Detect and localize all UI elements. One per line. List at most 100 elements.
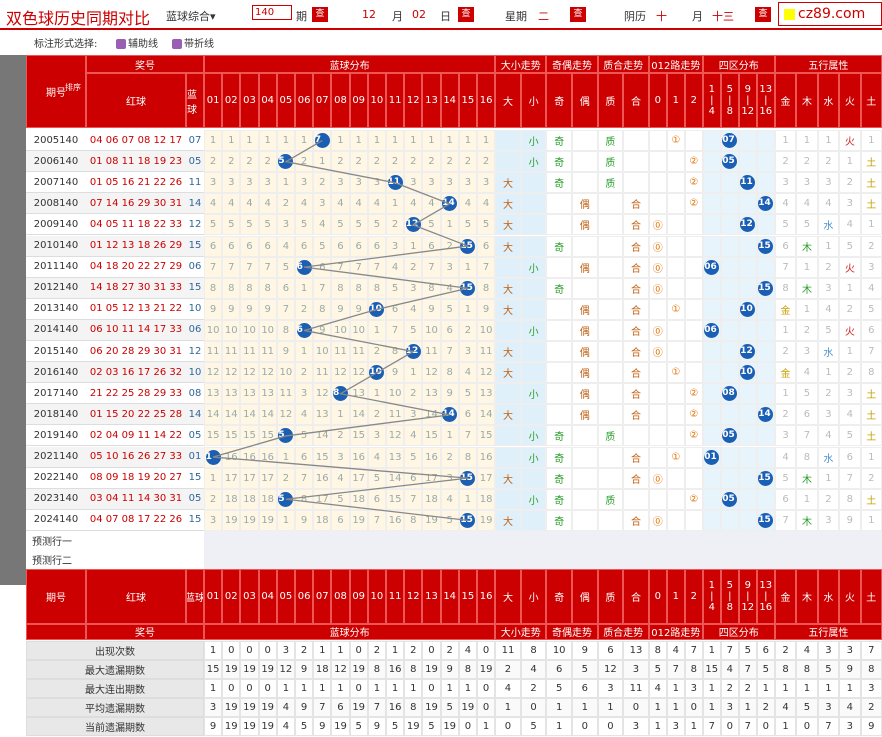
- query-button-periods[interactable]: 查: [312, 7, 328, 22]
- site-logo[interactable]: cz89.com: [778, 2, 882, 26]
- stat-value: 19: [258, 716, 277, 736]
- periods-input[interactable]: 140: [252, 5, 292, 20]
- checkbox-icon[interactable]: [172, 39, 182, 49]
- miss-cell: 1: [458, 488, 477, 510]
- miss-cell: 6: [204, 235, 223, 257]
- option-fold-line[interactable]: 带折线: [172, 35, 214, 50]
- mod-cell: [666, 235, 685, 257]
- predict-area-row1[interactable]: [204, 530, 882, 550]
- miss-cell: 16: [349, 446, 368, 468]
- zone-cell: [702, 425, 721, 447]
- zone-cell: [738, 425, 757, 447]
- blue-ball: 1: [205, 449, 221, 465]
- mod-cell: [648, 446, 667, 468]
- miss-cell: 16: [313, 467, 332, 489]
- zone-cell: 05: [720, 151, 739, 173]
- prime-cell: 合: [623, 467, 649, 489]
- stat-value: 15: [204, 659, 223, 679]
- stat-value: 1: [774, 678, 797, 698]
- header-zone: 四区分布: [702, 55, 775, 73]
- miss-cell: 5: [349, 214, 368, 236]
- wuxing-cell: 火: [839, 256, 861, 278]
- footer-zone-2: 9 | 12: [738, 568, 757, 624]
- odd-cell: [546, 383, 572, 405]
- lunar-month-select[interactable]: 十: [656, 8, 667, 24]
- zone-cell: [738, 383, 757, 405]
- issue-cell: 2018140: [26, 404, 86, 426]
- lunar-day-select[interactable]: 十三: [712, 8, 734, 24]
- zone-ball: 15: [758, 470, 774, 486]
- month-select[interactable]: 12: [362, 8, 376, 21]
- miss-cell: 7: [440, 341, 459, 363]
- stat-value: 6: [756, 640, 775, 660]
- predict-area-row2[interactable]: [204, 549, 882, 569]
- prime-cell: [597, 362, 624, 384]
- header-mod: 012路走势: [648, 55, 703, 73]
- odd-cell: [572, 130, 598, 152]
- wuxing-cell: 土: [860, 383, 882, 405]
- zone-ball: 11: [740, 175, 756, 191]
- prime-cell: 合: [623, 404, 649, 426]
- wuxing-cell: 4: [860, 277, 882, 299]
- prime-cell: 质: [597, 130, 624, 152]
- stat-value: 1: [597, 697, 624, 717]
- week-select[interactable]: 二: [538, 8, 549, 24]
- blue-ball-hit: 12: [404, 341, 423, 363]
- zone-cell: [756, 425, 775, 447]
- zone-cell: [738, 488, 757, 510]
- zone-cell: 05: [720, 425, 739, 447]
- day-select[interactable]: 02: [412, 8, 426, 21]
- mode-select[interactable]: 蓝球综合▾: [166, 8, 216, 24]
- stat-value: 0: [684, 697, 703, 717]
- sort-button[interactable]: 排序: [62, 81, 84, 93]
- query-button-lunar[interactable]: 查: [755, 7, 771, 22]
- blue-ball: 12: [405, 217, 421, 233]
- miss-cell: 8: [258, 277, 277, 299]
- size-cell: [520, 193, 547, 215]
- miss-cell: 12: [276, 404, 295, 426]
- stat-value: 4: [648, 678, 667, 698]
- checkbox-icon[interactable]: [116, 39, 126, 49]
- miss-cell: 4: [295, 193, 314, 215]
- miss-cell: 3: [422, 172, 441, 194]
- miss-cell: 14: [204, 404, 223, 426]
- footer-num-04: 04: [258, 568, 277, 624]
- header-red: 红球: [86, 73, 186, 128]
- stat-value: 3: [720, 697, 739, 717]
- stat-value: 9: [367, 716, 386, 736]
- mod-cell: [648, 193, 667, 215]
- query-button-week[interactable]: 查: [570, 7, 586, 22]
- wuxing-cell: 4: [774, 446, 797, 468]
- mod-cell: ②: [684, 172, 703, 194]
- miss-cell: 6: [258, 235, 277, 257]
- miss-cell: 11: [276, 383, 295, 405]
- prime-cell: [623, 425, 649, 447]
- miss-cell: 15: [240, 425, 259, 447]
- miss-cell: 16: [386, 509, 405, 531]
- odd-cell: [546, 256, 572, 278]
- red-balls-cell: 01 08 11 18 19 23: [86, 151, 186, 173]
- query-button-date[interactable]: 查: [458, 7, 474, 22]
- predict-row1[interactable]: 预测行一: [26, 530, 204, 550]
- wuxing-cell: 5: [796, 214, 818, 236]
- zone-cell: [738, 193, 757, 215]
- stat-value: 0: [258, 640, 277, 660]
- stat-value: 0: [422, 678, 441, 698]
- wuxing-cell: 2: [774, 341, 797, 363]
- wuxing-cell: 1: [860, 509, 882, 531]
- wuxing-cell: 水: [817, 341, 840, 363]
- footer-wx-3: 火: [839, 568, 861, 624]
- red-balls-cell: 04 06 07 08 12 17: [86, 130, 186, 152]
- prime-cell: [597, 467, 624, 489]
- miss-cell: 1: [440, 425, 459, 447]
- predict-row2[interactable]: 预测行二: [26, 549, 204, 569]
- stat-value: 5: [386, 716, 405, 736]
- option-aux-line[interactable]: 辅助线: [116, 35, 158, 50]
- odd-cell: 奇: [546, 235, 572, 257]
- wuxing-cell: 3: [796, 341, 818, 363]
- stat-value: 1: [386, 678, 405, 698]
- lunar-label: 阴历: [624, 10, 646, 23]
- stat-value: 12: [597, 659, 624, 679]
- miss-cell: 15: [349, 425, 368, 447]
- header-sub-2: 奇: [546, 73, 572, 128]
